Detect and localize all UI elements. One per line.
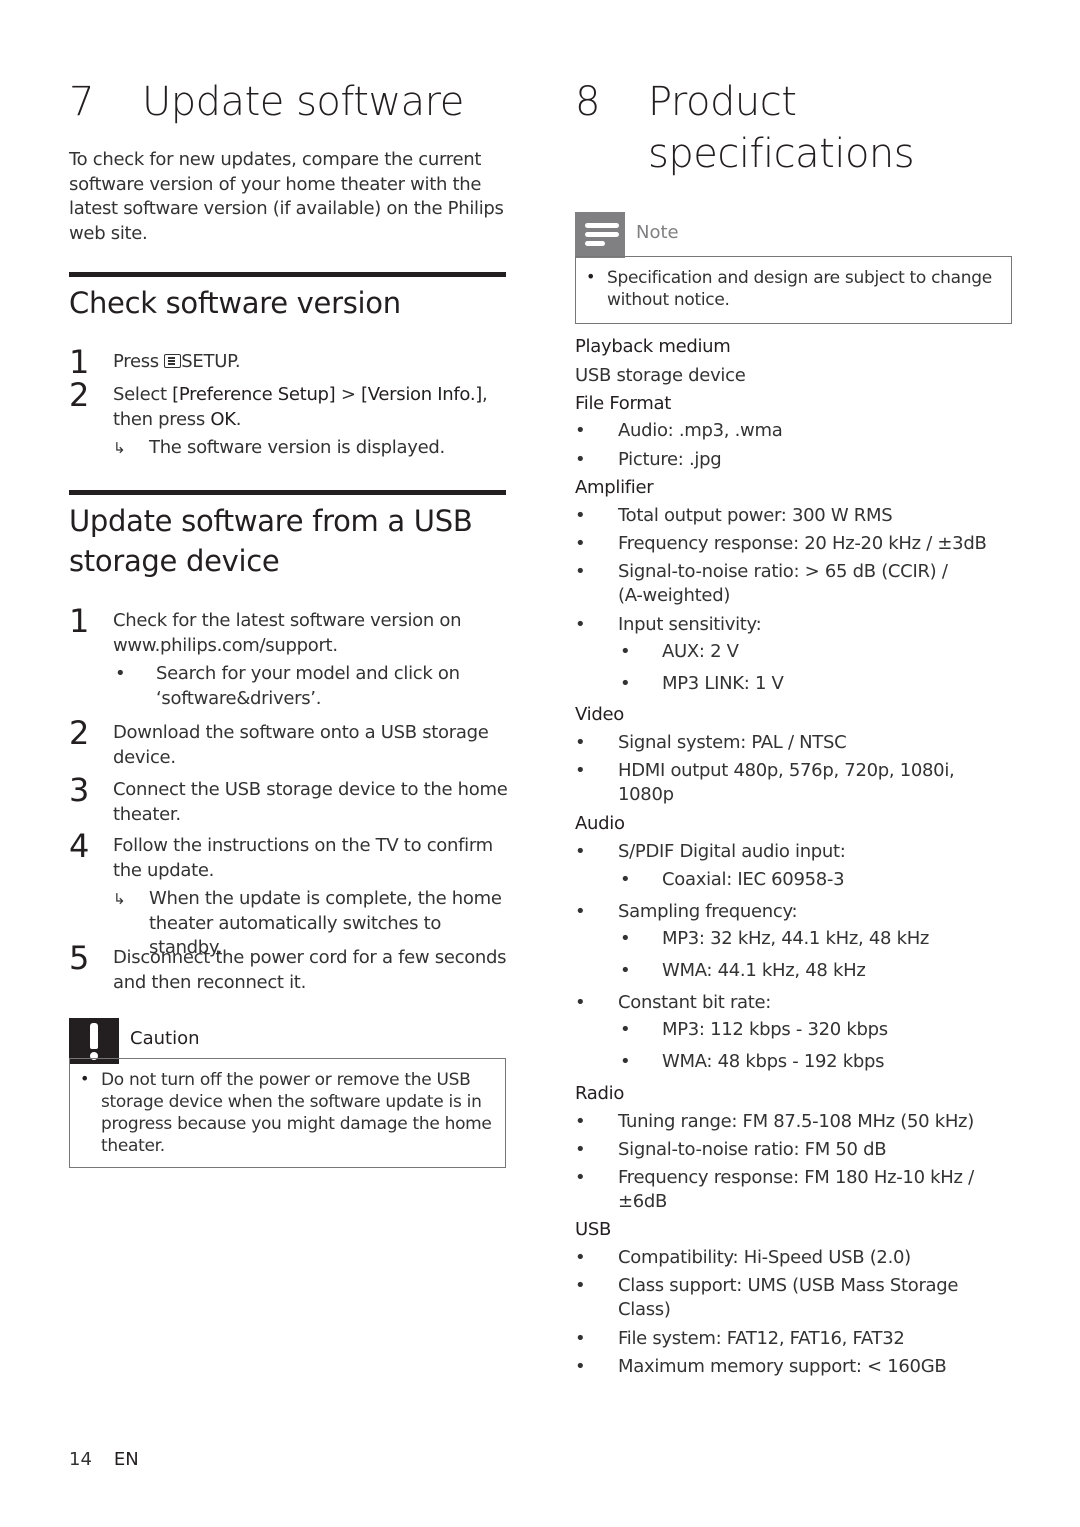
key-label-ok: OK [210,408,236,430]
setup-icon [164,354,182,368]
page-footer: 14 EN [69,1449,139,1470]
intro-paragraph: To check for new updates, compare the cu… [69,149,504,244]
section-divider [69,272,506,277]
note-text: Specification and design are subject to … [607,268,992,310]
spec-heading-audio: Audio [575,813,625,834]
spec-heading-playback: Playback medium [575,336,731,357]
chapter-number: 8 [575,79,600,125]
page-number: 14 [69,1449,92,1470]
caution-text: Do not turn off the power or remove the … [101,1070,492,1156]
step-number: 1 [69,343,90,381]
note-box: • Specification and design are subject t… [575,256,1012,324]
chapter-title: Product specifications [648,79,915,177]
caution-box: • Do not turn off the power or remove th… [69,1058,506,1168]
chapter-number: 7 [69,79,94,125]
section-title-check-version: Check software version [69,286,401,320]
step-text: Press SETUP. [113,351,241,372]
menu-label-version-info: [Version Info.] [361,384,482,405]
note-icon [575,212,625,258]
section-divider [69,490,506,495]
spec-heading-radio: Radio [575,1083,625,1104]
note-label: Note [636,222,679,243]
spec-heading-file-format: File Format [575,393,671,414]
result-arrow-icon: ↳ [113,890,126,908]
language-code: EN [113,1449,139,1470]
result-arrow-icon: ↳ [113,439,126,457]
spec-heading-amplifier: Amplifier [575,477,654,498]
spec-value: USB storage device [575,365,746,386]
spec-heading-usb: USB [575,1219,612,1240]
step-text: Select [Preference Setup] > [Version Inf… [113,384,488,430]
spec-heading-video: Video [575,704,624,725]
chapter-title: Update software [142,79,464,125]
section-title-update-usb: Update software from a USB storage devic… [69,504,473,578]
caution-label: Caution [130,1028,200,1049]
menu-label-preference-setup: [Preference Setup] [172,384,336,405]
step-number: 2 [69,376,90,414]
